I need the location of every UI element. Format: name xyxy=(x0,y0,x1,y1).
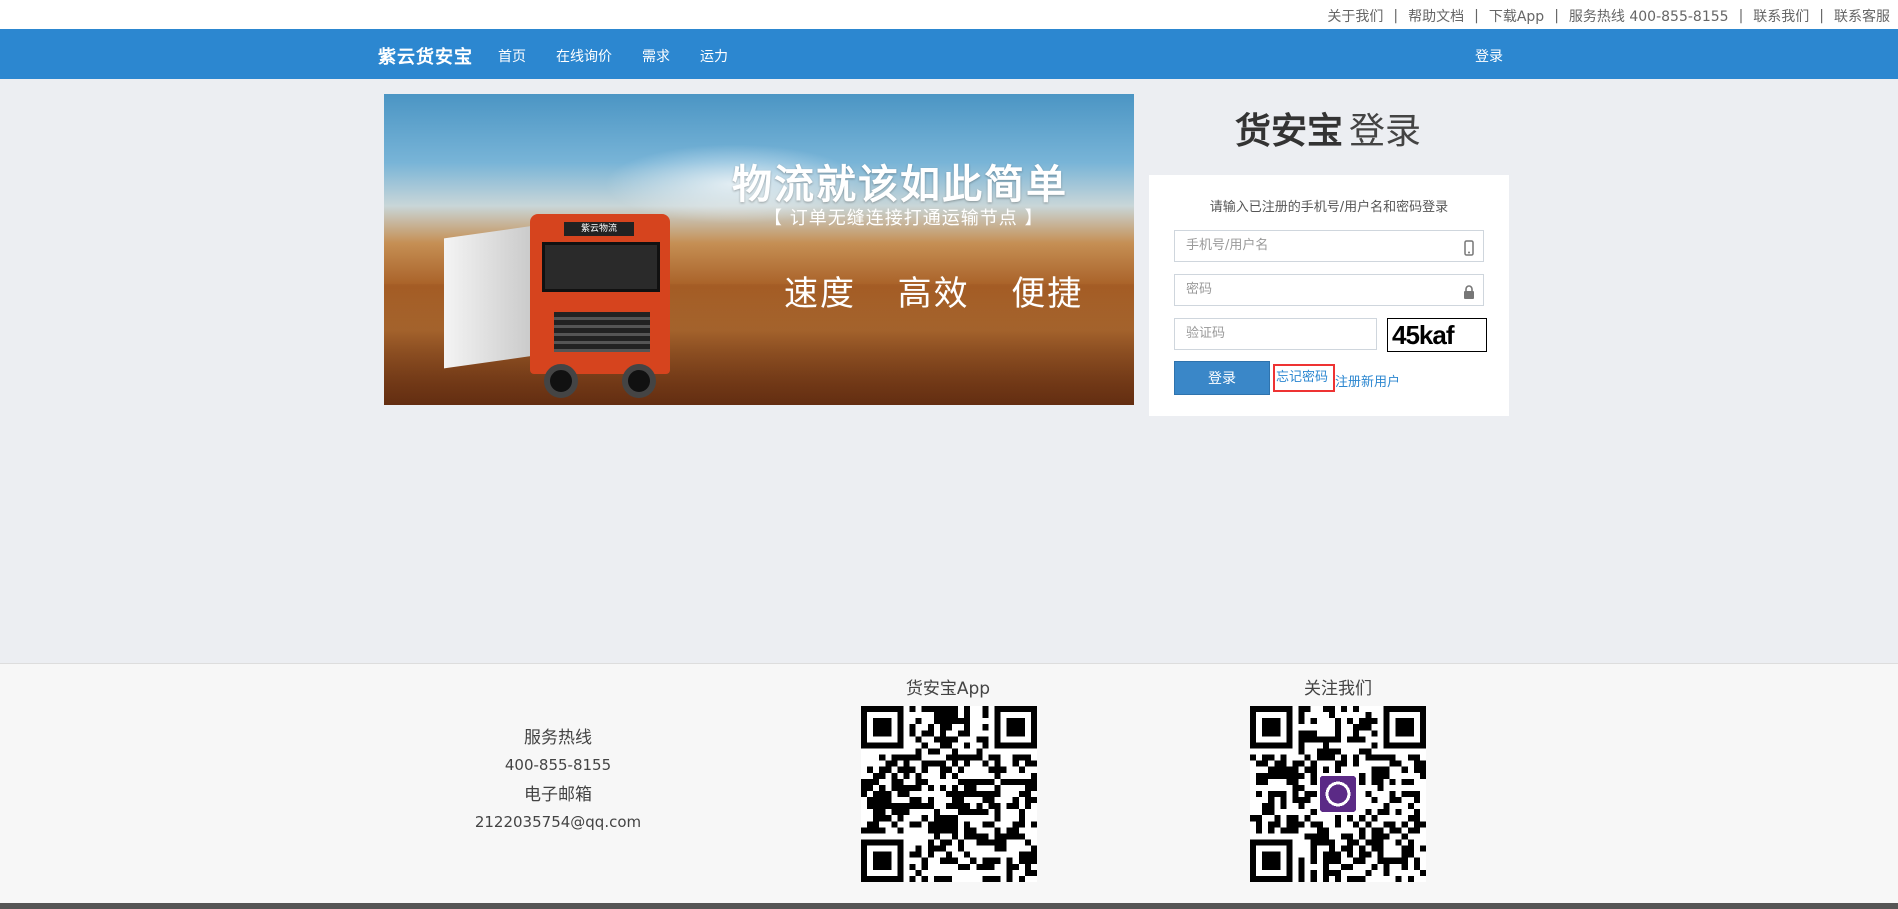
nav-item-online-quote[interactable]: 在线询价 xyxy=(556,46,612,66)
username-placeholder: 手机号/用户名 xyxy=(1186,238,1269,253)
login-button[interactable]: 登录 xyxy=(1174,361,1270,395)
truck-sign: 紫云物流 xyxy=(564,222,634,236)
email-address: 2122035754@qq.com xyxy=(474,813,642,831)
nav-item-home[interactable]: 首页 xyxy=(498,46,526,66)
banner-subline: 【 订单无缝连接打通运输节点 】 xyxy=(764,208,1044,229)
phone-icon xyxy=(1463,238,1475,256)
top-links: 关于我们 | 帮助文档 | 下载App | 服务热线 400-855-8155 | 联系… xyxy=(1327,6,1890,26)
captcha-placeholder: 验证码 xyxy=(1186,326,1226,341)
hotline-number: 400-855-8155 xyxy=(504,756,612,774)
wechat-qr-code xyxy=(1250,706,1426,882)
footer-app: 货安宝App xyxy=(848,674,1048,699)
hero-banner: 紫云物流 物流就该如此简单 【 订单无缝连接打通运输节点 】 速度 高效 便捷 xyxy=(384,94,1134,405)
brand-logo[interactable]: 紫云货安宝 xyxy=(378,43,473,69)
separator: | xyxy=(1554,8,1559,24)
app-qr-code xyxy=(861,706,1037,882)
login-title-brand: 货安宝 xyxy=(1235,111,1344,152)
hotline-label: 服务热线 xyxy=(524,728,592,748)
nav-login-link[interactable]: 登录 xyxy=(1475,46,1503,66)
separator: | xyxy=(1738,8,1744,24)
footer-follow: 关注我们 xyxy=(1238,674,1438,699)
top-utility-bar: 关于我们 | 帮助文档 | 下载App | 服务热线 400-855-8155 | 联系… xyxy=(0,0,1898,29)
about-us-link[interactable]: 关于我们 xyxy=(1327,6,1383,26)
nav-item-demand[interactable]: 需求 xyxy=(642,46,670,66)
login-title-text: 登录 xyxy=(1349,111,1422,152)
captcha-field[interactable]: 验证码 xyxy=(1174,318,1377,350)
captcha-image[interactable]: 45kaf xyxy=(1387,318,1487,352)
password-field[interactable]: 密码 xyxy=(1174,274,1484,306)
email-label: 电子邮箱 xyxy=(524,785,592,805)
banner-slogan: 速度 高效 便捷 xyxy=(784,274,1084,314)
nav-item-capacity[interactable]: 运力 xyxy=(700,46,728,66)
contact-us-link[interactable]: 联系我们 xyxy=(1753,6,1809,26)
username-field[interactable]: 手机号/用户名 xyxy=(1174,230,1484,262)
download-app-link[interactable]: 下载App xyxy=(1489,6,1544,26)
login-panel: 请输入已注册的手机号/用户名和密码登录 手机号/用户名 密码 验证码 45kaf… xyxy=(1149,175,1509,416)
separator: | xyxy=(1474,8,1479,24)
main-navbar: 紫云货安宝 首页 在线询价 需求 运力 登录 xyxy=(0,29,1898,79)
banner-headline: 物流就该如此简单 xyxy=(732,161,1068,208)
app-label: 货安宝App xyxy=(905,679,991,699)
password-placeholder: 密码 xyxy=(1186,282,1213,297)
forgot-password-link[interactable]: 忘记密码 xyxy=(1273,364,1335,392)
footer-bottom-rule xyxy=(0,903,1898,909)
contact-support-link[interactable]: 联系客服 xyxy=(1834,6,1890,26)
login-tip: 请输入已注册的手机号/用户名和密码登录 xyxy=(1209,200,1449,215)
hotline-text: 服务热线 400-855-8155 xyxy=(1568,9,1729,25)
separator: | xyxy=(1393,8,1399,24)
login-title: 货安宝 登录 xyxy=(1235,102,1421,154)
truck-image: 紫云物流 xyxy=(444,214,674,399)
follow-label: 关注我们 xyxy=(1304,679,1372,699)
lock-icon xyxy=(1463,282,1475,299)
footer-contact: 服务热线 400-855-8155 电子邮箱 2122035754@qq.com xyxy=(438,723,678,831)
help-docs-link[interactable]: 帮助文档 xyxy=(1408,6,1464,26)
register-link[interactable]: 注册新用户 xyxy=(1335,371,1400,390)
footer: 服务热线 400-855-8155 电子邮箱 2122035754@qq.com… xyxy=(0,663,1898,909)
separator: | xyxy=(1819,8,1824,24)
